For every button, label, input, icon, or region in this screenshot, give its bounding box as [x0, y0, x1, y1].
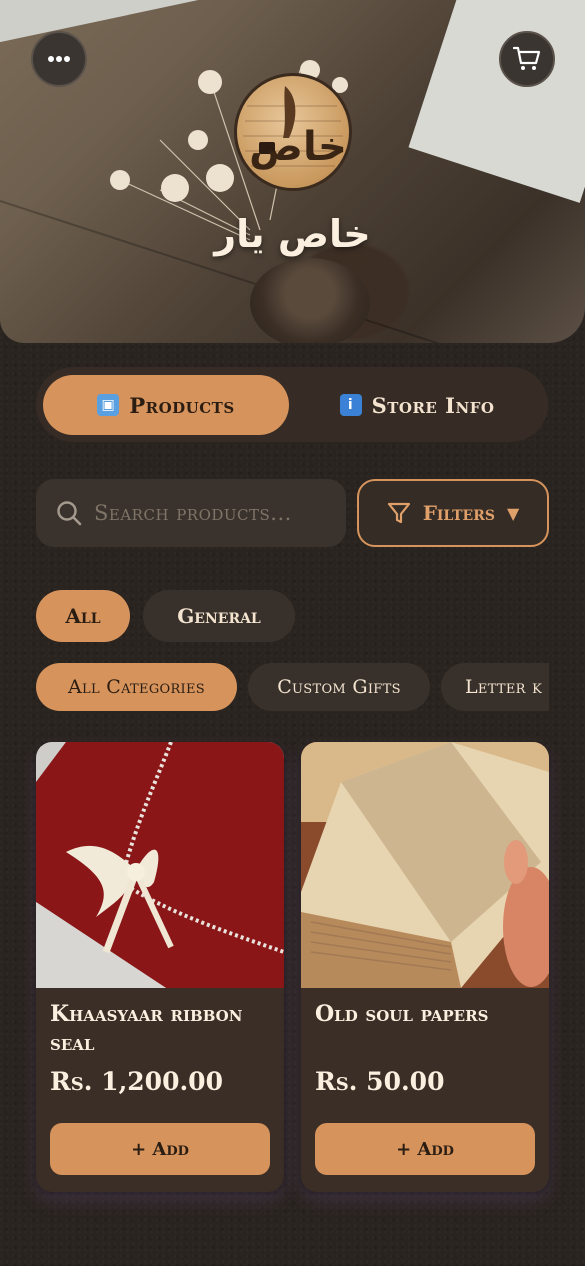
menu-button[interactable] [31, 31, 87, 87]
chip-general-label: General [177, 604, 261, 628]
product-card[interactable]: Old soul papers Rs. 50.00 + Add [301, 742, 549, 1192]
category-letter-k[interactable]: Letter k [441, 663, 549, 711]
category-label: Letter k [465, 676, 543, 698]
search-icon [57, 501, 82, 526]
product-image[interactable] [301, 742, 549, 988]
product-price: Rs. 1,200.00 [50, 1067, 223, 1096]
product-card[interactable]: Khaasyaar ribbon seal Rs. 1,200.00 + Add [36, 742, 284, 1192]
shopping-bags-icon: ▣ [97, 394, 120, 416]
more-horizontal-icon [48, 56, 70, 62]
shopping-cart-icon [513, 46, 541, 70]
logo-calligraphy: خاص [249, 124, 347, 170]
category-all-categories[interactable]: All Categories [36, 663, 237, 711]
category-scroll-row[interactable]: All Categories Custom Gifts Letter k [36, 662, 549, 712]
product-image[interactable] [36, 742, 284, 988]
search-input[interactable]: Search products... [36, 479, 346, 547]
chevron-down-icon: ▼ [506, 503, 520, 523]
add-to-cart-button[interactable]: + Add [315, 1123, 535, 1175]
tab-products-label: Products [129, 392, 235, 418]
category-label: All Categories [68, 676, 205, 698]
filter-icon [387, 502, 410, 524]
filters-label: Filters [422, 501, 495, 525]
category-label: Custom Gifts [277, 676, 401, 698]
cart-button[interactable] [499, 31, 555, 87]
filters-button[interactable]: Filters ▼ [357, 479, 549, 547]
category-custom-gifts[interactable]: Custom Gifts [248, 663, 430, 711]
info-icon: i [339, 394, 362, 416]
wax-seal-decoration [250, 258, 370, 343]
chip-all[interactable]: All [36, 590, 130, 642]
product-title: Khaasyaar ribbon seal [50, 1001, 243, 1056]
store-name: خاص یار [214, 212, 371, 256]
search-placeholder: Search products... [94, 501, 292, 525]
tab-store-info-label: Store Info [371, 392, 495, 418]
tab-store-info[interactable]: i Store Info [294, 375, 540, 435]
banner-paper-corner [408, 0, 585, 203]
chip-all-label: All [65, 604, 101, 628]
add-to-cart-button[interactable]: + Add [50, 1123, 270, 1175]
tab-products[interactable]: ▣ Products [43, 375, 289, 435]
tab-bar: ▣ Products i Store Info [36, 367, 548, 442]
product-title: Old soul papers [315, 1001, 489, 1027]
product-price: Rs. 50.00 [315, 1067, 445, 1096]
chip-general[interactable]: General [143, 590, 295, 642]
store-logo: خاص [234, 73, 352, 191]
